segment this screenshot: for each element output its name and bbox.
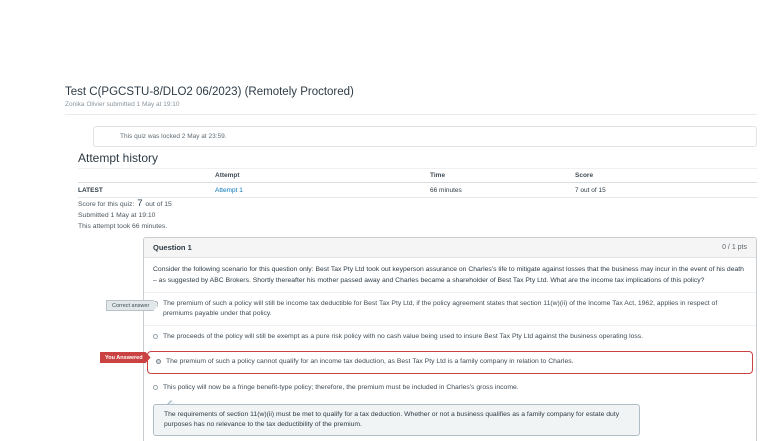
table-header-row: Attempt Time Score bbox=[78, 168, 757, 183]
question-points: 0 / 1 pts bbox=[722, 244, 747, 251]
quiz-results-page: Test C(PGCSTU-8/DLO2 06/2023) (Remotely … bbox=[0, 0, 784, 441]
quiz-locked-notice: This quiz was locked 2 May at 23:59. bbox=[93, 126, 757, 147]
score-suffix: out of 15 bbox=[145, 201, 172, 208]
attempt-time: 66 minutes bbox=[430, 182, 575, 198]
correct-answer-badge-label: Correct answer bbox=[112, 302, 150, 309]
score-line: Score for this quiz: 7 out of 15 bbox=[78, 198, 172, 210]
question-card: Question 1 0 / 1 pts Consider the follow… bbox=[143, 237, 757, 441]
answer-option-selected-incorrect: The premium of such a policy cannot qual… bbox=[147, 351, 753, 374]
explanation-text: The requirements of section 11(w)(ii) mu… bbox=[164, 411, 620, 428]
attempt-1-link[interactable]: Attempt 1 bbox=[215, 187, 243, 194]
page-title: Test C(PGCSTU-8/DLO2 06/2023) (Remotely … bbox=[65, 86, 354, 98]
column-attempt: Attempt bbox=[215, 168, 430, 183]
latest-label: LATEST bbox=[78, 182, 215, 198]
answer-explanation-callout: The requirements of section 11(w)(ii) mu… bbox=[153, 400, 640, 436]
column-blank bbox=[78, 168, 215, 183]
score-label: Score for this quiz: bbox=[78, 201, 135, 208]
answer-text: The premium of such a policy will still … bbox=[163, 300, 718, 317]
answer-option-correct: The premium of such a policy will still … bbox=[144, 293, 756, 325]
answer-list: The premium of such a policy will still … bbox=[144, 292, 756, 399]
submission-subtitle: Zonika Olivier submitted 1 May at 19:10 bbox=[65, 101, 180, 108]
table-row-latest: LATEST Attempt 1 66 minutes 7 out of 15 bbox=[78, 182, 757, 198]
answer-option: This policy will now be a fringe benefit… bbox=[144, 377, 756, 399]
header-divider bbox=[65, 114, 757, 115]
question-header: Question 1 0 / 1 pts bbox=[144, 238, 756, 258]
attempt-history-heading: Attempt history bbox=[78, 151, 159, 165]
question-title: Question 1 bbox=[153, 243, 192, 252]
answer-text: This policy will now be a fringe benefit… bbox=[163, 384, 519, 391]
question-text: Consider the following scenario for this… bbox=[153, 266, 744, 284]
answer-option: The proceeds of the policy will still be… bbox=[144, 325, 756, 348]
attempt-score: 7 out of 15 bbox=[575, 182, 757, 198]
you-answered-badge-label: You Answered bbox=[105, 354, 143, 361]
submitted-line: Submitted 1 May at 19:10 bbox=[78, 212, 156, 219]
radio-button-selected[interactable] bbox=[156, 359, 161, 364]
correct-answer-badge: Correct answer bbox=[106, 300, 158, 311]
column-score: Score bbox=[575, 168, 757, 183]
radio-button[interactable] bbox=[153, 385, 158, 390]
answer-text: The premium of such a policy cannot qual… bbox=[166, 358, 574, 365]
radio-button[interactable] bbox=[153, 334, 158, 339]
answer-text: The proceeds of the policy will still be… bbox=[163, 333, 644, 340]
quiz-locked-text: This quiz was locked 2 May at 23:59. bbox=[120, 133, 227, 140]
attempt-summary: Score for this quiz: 7 out of 15 Submitt… bbox=[78, 198, 172, 234]
you-answered-badge: You Answered bbox=[100, 352, 151, 363]
attempt-history-table: Attempt Time Score LATEST Attempt 1 66 m… bbox=[78, 168, 757, 198]
duration-line: This attempt took 66 minutes. bbox=[78, 223, 168, 230]
score-value: 7 bbox=[137, 198, 143, 209]
column-time: Time bbox=[430, 168, 575, 183]
